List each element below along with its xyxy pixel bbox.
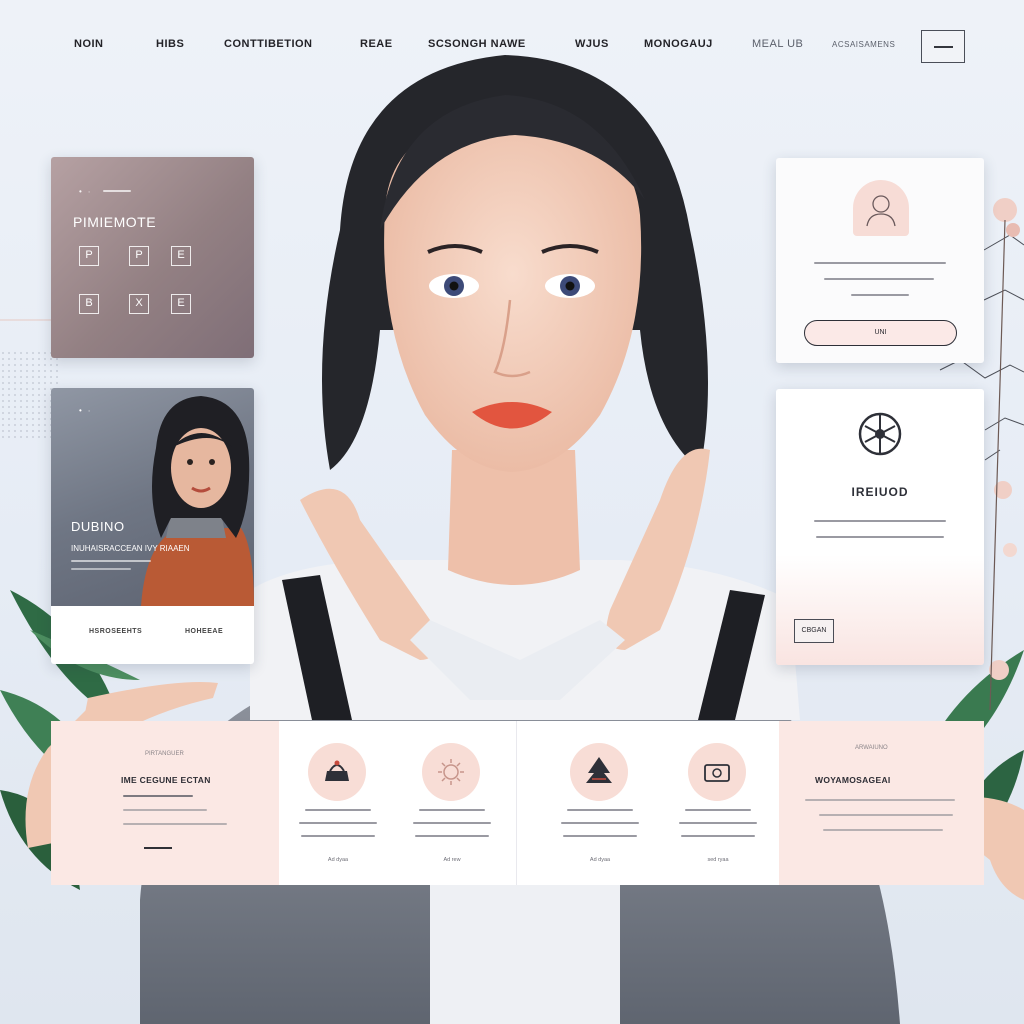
feature-item-1[interactable]: Ad dyaa — [279, 721, 397, 885]
strip-right-text-line — [805, 799, 955, 801]
feature-card-text-line — [816, 536, 944, 538]
menu-button[interactable] — [921, 30, 965, 63]
tree-icon — [586, 757, 612, 783]
profile-card[interactable]: • ∙ DUBINO INUHAISRACCEAN IVY RIAAEN HSR… — [51, 388, 254, 664]
avatar — [853, 180, 909, 236]
user-card-text-line — [824, 278, 934, 280]
feature-text-line — [679, 822, 757, 824]
sparkle-icon — [438, 759, 464, 785]
strip-left-text-line — [123, 823, 227, 825]
feature-strip: PIRTANGUER IME CEGUNE ECTAN Ad dyaa Ad r… — [51, 721, 984, 885]
strip-right-text-line — [823, 829, 943, 831]
profile-portrait — [141, 396, 254, 606]
page: NOIN HIBS CONTTIBETION REAE SCSONGH NAWE… — [0, 0, 1024, 1024]
nav-item-2[interactable]: HIBS — [156, 38, 184, 50]
feature-text-line — [305, 809, 371, 811]
user-card-text-line — [851, 294, 909, 296]
nav-item-6[interactable]: WJUS — [575, 38, 609, 50]
feature-text-line — [299, 822, 377, 824]
strip-fold-line — [516, 721, 517, 885]
feature-text-line — [567, 809, 633, 811]
feature-card-title: IREIUOD — [851, 485, 909, 499]
feature-card-tag[interactable]: CBGAN — [794, 619, 834, 643]
premium-icon-4[interactable]: B — [79, 294, 99, 314]
strip-left-title: IME CEGUNE ECTAN — [121, 775, 211, 785]
aperture-icon — [858, 412, 902, 456]
premium-icon-3[interactable]: E — [171, 246, 191, 266]
strip-features-panel: Ad dyaa Ad rew Ad dyaa sed ryaa — [279, 721, 779, 885]
feature-icon-2[interactable] — [422, 743, 480, 801]
premium-icon-6[interactable]: E — [171, 294, 191, 314]
premium-icon-2[interactable]: P — [129, 246, 149, 266]
profile-subtitle: INUHAISRACCEAN IVY RIAAEN — [71, 544, 190, 553]
nav-item-9[interactable]: ACSAISAMENS — [832, 40, 895, 49]
strip-left-divider — [144, 847, 172, 849]
profile-name: DUBINO — [71, 519, 125, 534]
feature-item-2[interactable]: Ad rew — [393, 721, 511, 885]
premium-card[interactable]: • ∙ PIMIEMOTE P P E B X E — [51, 157, 254, 358]
strip-left-text-line — [123, 795, 193, 797]
feature-icon-3[interactable] — [570, 743, 628, 801]
strip-right-panel[interactable]: ARWAIUNO WOYAMOSAGEAI — [779, 721, 984, 885]
strip-left-text-line — [123, 809, 207, 811]
top-navigation: NOIN HIBS CONTTIBETION REAE SCSONGH NAWE… — [0, 30, 1024, 64]
strip-right-eyebrow: ARWAIUNO — [855, 745, 888, 751]
nav-item-8[interactable]: MEAL UB — [752, 38, 803, 50]
premium-icon-1[interactable]: P — [79, 246, 99, 266]
user-card-text-line — [814, 262, 946, 264]
premium-icon-5[interactable]: X — [129, 294, 149, 314]
profile-text-line — [71, 560, 151, 562]
nav-item-4[interactable]: REAE — [360, 38, 393, 50]
nav-item-1[interactable]: NOIN — [74, 38, 104, 50]
camera-icon — [704, 764, 730, 782]
nav-item-7[interactable]: MONOGAUJ — [644, 38, 713, 50]
nav-item-5[interactable]: SCSONGH NAWE — [428, 38, 526, 50]
profile-photo: • ∙ DUBINO INUHAISRACCEAN IVY RIAAEN — [51, 388, 254, 606]
feature-card[interactable]: IREIUOD CBGAN — [776, 389, 984, 665]
feature-text-line — [301, 835, 375, 837]
feature-text-line — [561, 822, 639, 824]
premium-card-eyebrow-line — [103, 190, 131, 192]
strip-right-title: WOYAMOSAGEAI — [815, 775, 891, 785]
feature-text-line — [413, 822, 491, 824]
feature-icon-4[interactable] — [688, 743, 746, 801]
feature-item-4[interactable]: sed ryaa — [659, 721, 777, 885]
feature-text-line — [563, 835, 637, 837]
profile-text-line — [71, 568, 131, 570]
feature-card-text-line — [814, 520, 946, 522]
feature-caption-3: Ad dyaa — [589, 857, 611, 863]
cake-icon — [325, 760, 349, 781]
profile-link-2[interactable]: HOHEEAE — [185, 628, 223, 635]
user-card-button[interactable]: UNI — [804, 320, 957, 346]
feature-text-line — [415, 835, 489, 837]
profile-card-eyebrow: • ∙ — [79, 406, 93, 415]
strip-left-eyebrow: PIRTANGUER — [145, 751, 184, 757]
feature-text-line — [685, 809, 751, 811]
strip-right-text-line — [819, 814, 953, 816]
feature-item-3[interactable]: Ad dyaa — [541, 721, 659, 885]
profile-link-1[interactable]: HSROSEEHTS — [89, 628, 142, 635]
premium-card-eyebrow: • ∙ — [79, 187, 93, 196]
blossom-decoration — [989, 198, 1020, 710]
hamburger-icon — [934, 46, 953, 48]
feature-caption-1: Ad dyaa — [327, 857, 349, 863]
user-icon — [866, 195, 896, 227]
premium-card-title: PIMIEMOTE — [73, 214, 157, 230]
feature-caption-2: Ad rew — [443, 857, 461, 863]
nav-item-3[interactable]: CONTTIBETION — [224, 38, 313, 50]
strip-left-panel[interactable]: PIRTANGUER IME CEGUNE ECTAN — [51, 721, 279, 885]
feature-icon-1[interactable] — [308, 743, 366, 801]
feature-text-line — [681, 835, 755, 837]
feature-caption-4: sed ryaa — [707, 857, 729, 863]
feature-text-line — [419, 809, 485, 811]
user-card[interactable]: UNI — [776, 158, 984, 363]
